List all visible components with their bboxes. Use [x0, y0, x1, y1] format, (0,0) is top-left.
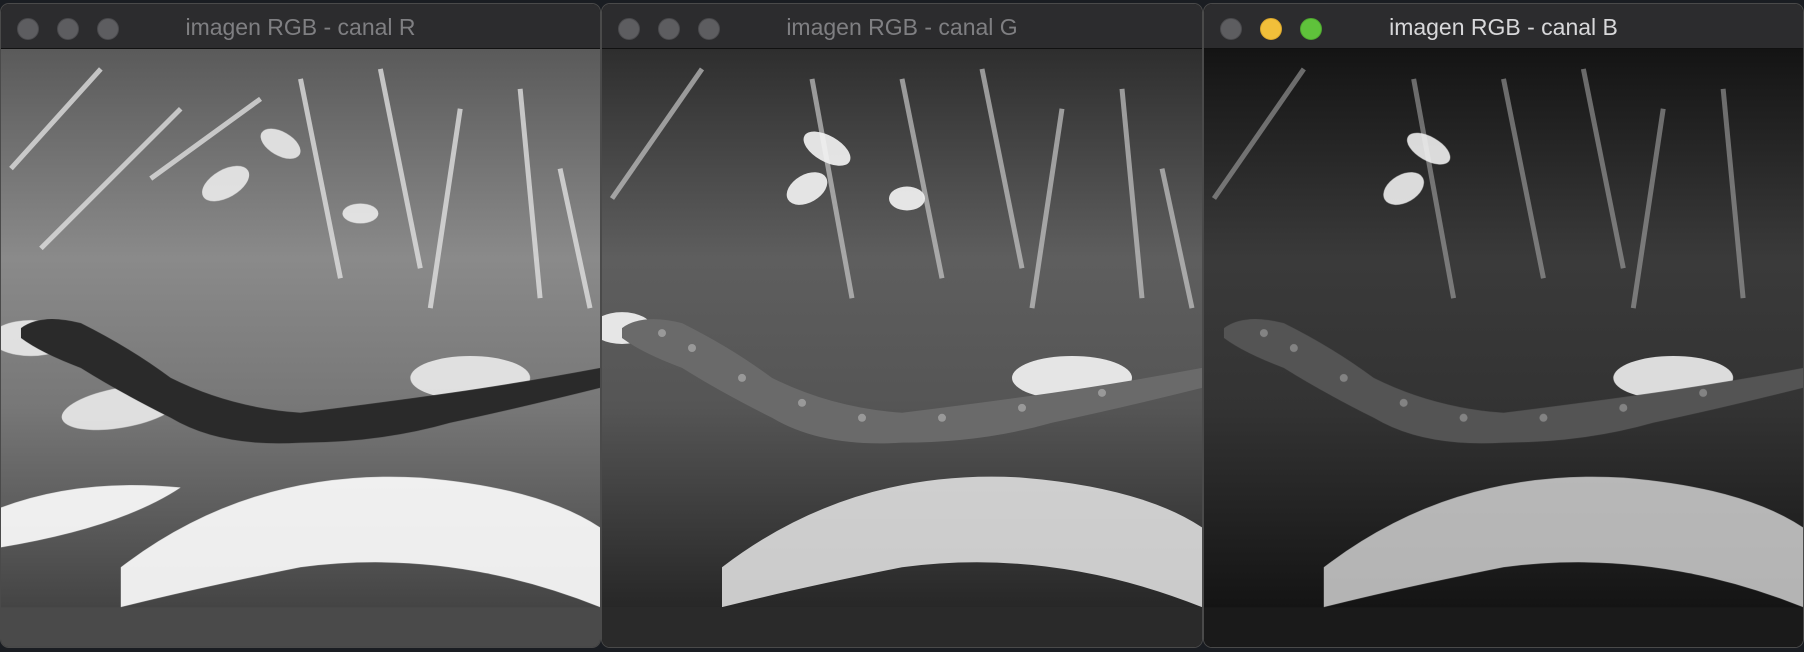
window-canal-r[interactable]: imagen RGB - canal R [0, 3, 601, 648]
lizard-photo-r [1, 49, 600, 647]
window-title: imagen RGB - canal G [786, 14, 1018, 40]
window-canal-b[interactable]: imagen RGB - canal B [1203, 3, 1804, 648]
title-bar[interactable]: imagen RGB - canal R [1, 4, 600, 49]
image-canal-r [1, 49, 600, 647]
title-bar[interactable]: imagen RGB - canal G [602, 4, 1202, 49]
title-bar[interactable]: imagen RGB - canal B [1204, 4, 1803, 49]
image-canal-b [1204, 49, 1803, 647]
window-title: imagen RGB - canal R [185, 14, 416, 40]
lizard-photo-g [602, 49, 1202, 647]
window-title: imagen RGB - canal B [1389, 14, 1618, 40]
lizard-photo-b [1204, 49, 1803, 647]
window-canal-g[interactable]: imagen RGB - canal G [601, 3, 1203, 648]
image-canal-g [602, 49, 1202, 647]
